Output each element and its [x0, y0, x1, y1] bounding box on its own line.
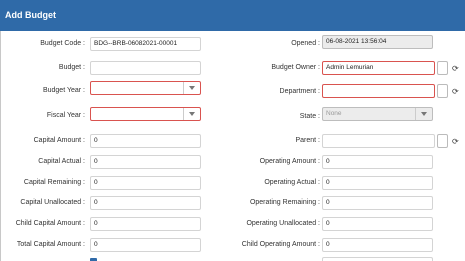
child-capital-amount-label: Child Capital Amount :: [15, 220, 85, 227]
budget-year-label: Budget Year :: [42, 87, 85, 94]
budget-year-select[interactable]: [90, 81, 201, 95]
parent-field[interactable]: [322, 134, 435, 148]
budget-owner-picker-button[interactable]: [437, 61, 448, 75]
department-label: Department :: [279, 88, 320, 95]
state-select[interactable]: None: [322, 107, 433, 121]
child-operating-amount-label: Child Operating Amount :: [241, 241, 320, 248]
dialog-header: Add Budget: [0, 0, 465, 31]
operating-amount-field[interactable]: 0: [322, 155, 433, 169]
capital-actual-label: Capital Actual :: [38, 158, 85, 165]
capital-actual-field[interactable]: 0: [90, 155, 201, 169]
budget-label: Budget :: [58, 64, 85, 71]
budget-owner-field[interactable]: Admin Lemurian: [322, 61, 435, 75]
operating-actual-field[interactable]: 0: [322, 176, 433, 190]
opened-field: 06-08-2021 13:56:04: [322, 35, 433, 49]
operating-remaining-label: Operating Remaining :: [249, 199, 320, 206]
operating-remaining-field[interactable]: 0: [322, 196, 433, 210]
total-capital-amount-label: Total Capital Amount :: [16, 241, 85, 248]
budget-code-field[interactable]: BDG--BRB-06082021-00001: [90, 37, 201, 51]
operating-unallocated-field[interactable]: 0: [322, 217, 433, 231]
capital-remaining-label: Capital Remaining :: [23, 179, 85, 186]
chevron-down-icon: [183, 108, 200, 120]
total-capital-amount-field[interactable]: 0: [90, 238, 201, 252]
operating-actual-label: Operating Actual :: [264, 179, 320, 186]
next-field-partial[interactable]: [322, 257, 433, 261]
budget-owner-label: Budget Owner :: [271, 64, 320, 71]
fiscal-year-select[interactable]: [90, 107, 201, 121]
refresh-icon[interactable]: ⟳: [452, 137, 460, 146]
operating-unallocated-label: Operating Unallocated :: [246, 220, 320, 227]
state-label: State :: [299, 113, 320, 120]
capital-unallocated-label: Capital Unallocated :: [20, 199, 85, 206]
fiscal-year-label: Fiscal Year :: [46, 112, 85, 119]
budget-field[interactable]: [90, 61, 201, 75]
capital-unallocated-field[interactable]: 0: [90, 196, 201, 210]
refresh-icon[interactable]: ⟳: [452, 64, 460, 73]
child-operating-amount-field[interactable]: 0: [322, 238, 433, 252]
chevron-down-icon: [183, 82, 200, 94]
refresh-icon[interactable]: ⟳: [452, 87, 460, 96]
parent-picker-button[interactable]: [437, 134, 448, 148]
parent-label: Parent :: [295, 137, 320, 144]
budget-code-label: Budget Code :: [40, 40, 85, 47]
child-capital-amount-field[interactable]: 0: [90, 217, 201, 231]
department-field[interactable]: [322, 84, 435, 98]
opened-label: Opened :: [291, 40, 320, 47]
state-value: None: [326, 110, 342, 117]
dialog-title: Add Budget: [5, 10, 56, 20]
capital-amount-label: Capital Amount :: [33, 137, 85, 144]
chevron-down-icon: [415, 108, 432, 120]
budget-form: Budget Code : BDG--BRB-06082021-00001 Bu…: [0, 31, 465, 261]
department-picker-button[interactable]: [437, 84, 448, 98]
capital-amount-field[interactable]: 0: [90, 134, 201, 148]
capital-remaining-field[interactable]: 0: [90, 176, 201, 190]
operating-amount-label: Operating Amount :: [259, 158, 320, 165]
